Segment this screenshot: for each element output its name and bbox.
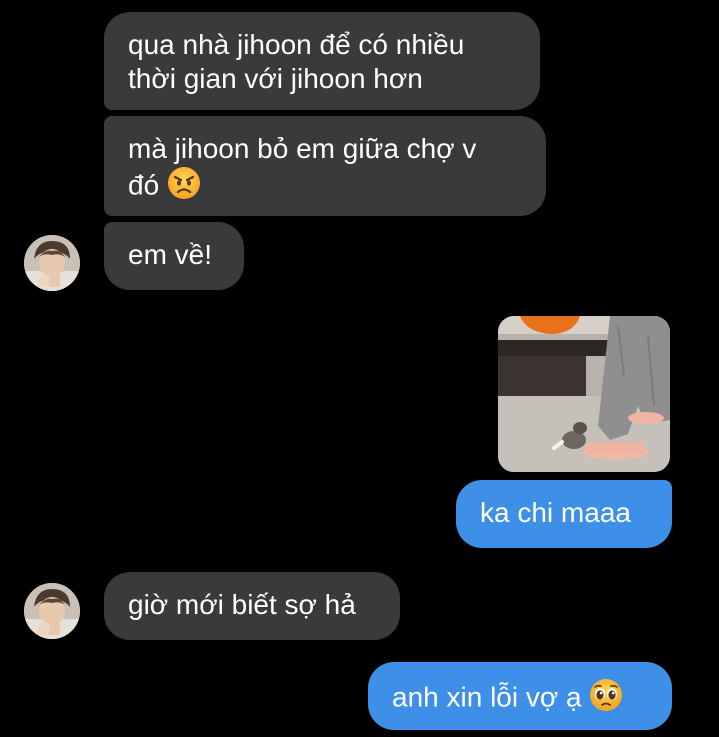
- message-text-line: giờ mới biết sợ hả: [128, 589, 356, 620]
- angry-face-icon: [167, 166, 201, 208]
- message-text-line: thời gian với jihoon hơn: [128, 63, 423, 94]
- message-bubble-outgoing[interactable]: ka chi maaa: [456, 480, 672, 548]
- contact-avatar[interactable]: [24, 235, 80, 291]
- message-bubble-outgoing[interactable]: anh xin lỗi vợ ạ: [368, 662, 672, 730]
- message-text-line: mà jihoon bỏ em giữa chợ v: [128, 133, 477, 164]
- message-bubble-incoming[interactable]: mà jihoon bỏ em giữa chợ v đó: [104, 116, 546, 216]
- message-bubble-incoming[interactable]: em về!: [104, 222, 244, 290]
- message-text-line: qua nhà jihoon để có nhiều: [128, 29, 465, 60]
- contact-avatar[interactable]: [24, 583, 80, 639]
- message-text-line: anh xin lỗi vợ ạ: [392, 681, 582, 713]
- message-text-line: đó: [128, 169, 160, 201]
- message-bubble-incoming[interactable]: qua nhà jihoon để có nhiều thời gian với…: [104, 12, 540, 110]
- shared-photo[interactable]: [498, 316, 670, 472]
- message-bubble-incoming[interactable]: giờ mới biết sợ hả: [104, 572, 400, 640]
- message-text-line: em về!: [128, 239, 213, 270]
- pleading-face-icon: [589, 678, 623, 720]
- message-text-line: ka chi maaa: [480, 497, 631, 528]
